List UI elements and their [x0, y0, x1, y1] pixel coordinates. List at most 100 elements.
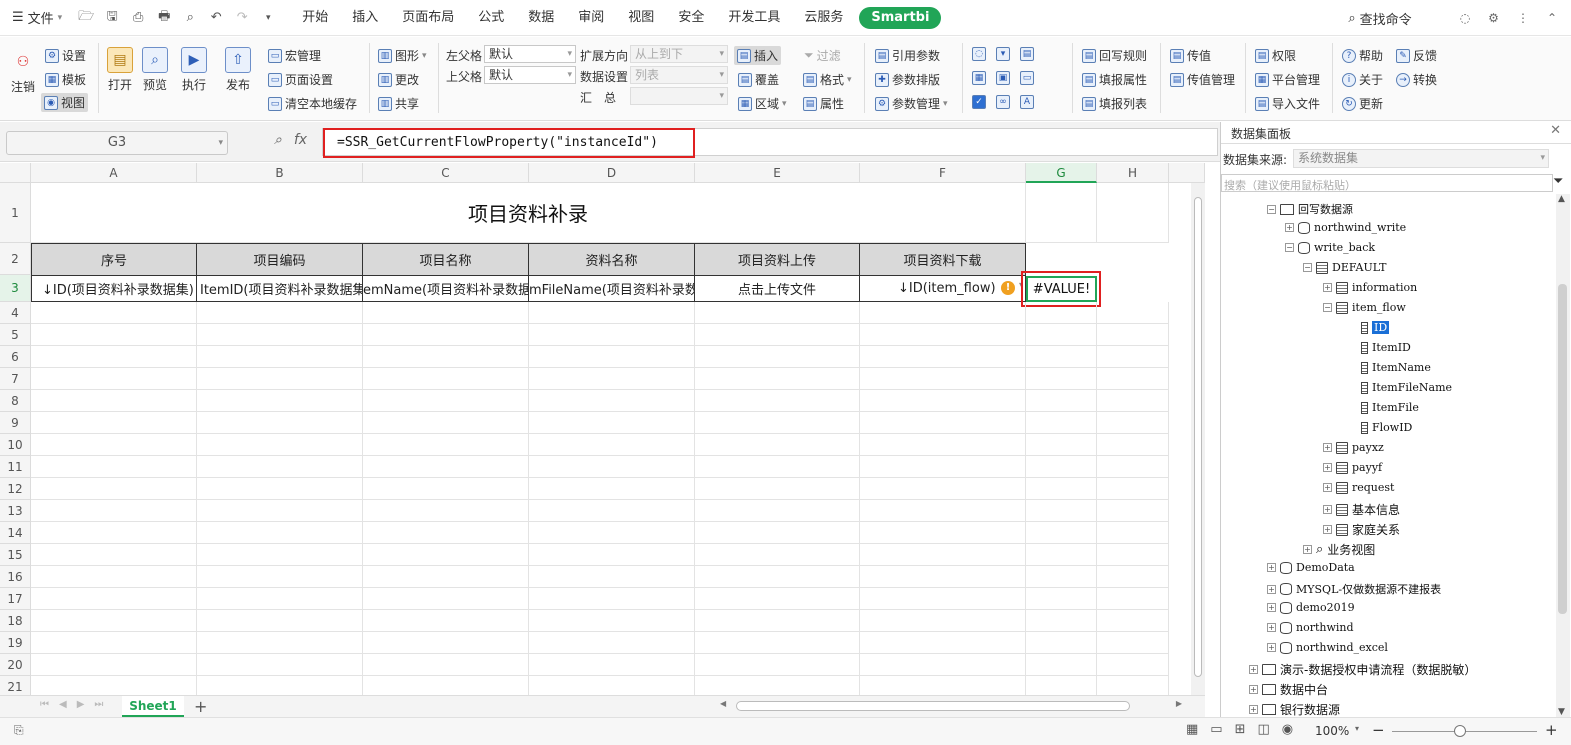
empty-cell[interactable]	[197, 434, 363, 456]
cell-g1[interactable]	[1026, 183, 1097, 243]
expand-icon[interactable]: +	[1267, 584, 1276, 594]
fill-property-button[interactable]: ▤ 填报属性	[1082, 71, 1147, 88]
row-header-5[interactable]: 5	[0, 324, 31, 346]
empty-cell[interactable]	[31, 654, 197, 676]
panel-scrollbar[interactable]: ▲ ▼	[1556, 194, 1570, 717]
text-control-icon[interactable]: ▭	[1020, 71, 1034, 85]
tree-field-id[interactable]: ID	[1361, 321, 1390, 334]
empty-cell[interactable]	[363, 368, 529, 390]
empty-cell[interactable]	[1097, 390, 1169, 412]
logout-button[interactable]: ⚇ 注销	[10, 49, 36, 95]
filter-icon[interactable]: ⏷	[1553, 174, 1563, 189]
empty-cell[interactable]	[31, 324, 197, 346]
search-command[interactable]: ⌕ 查找命令	[1348, 9, 1411, 28]
tree-demo2019[interactable]: + demo2019	[1267, 601, 1355, 614]
row-header-18[interactable]: 18	[0, 610, 31, 632]
view-button[interactable]: ◉ 视图	[41, 93, 89, 112]
empty-cell[interactable]	[1026, 390, 1097, 412]
tree-request[interactable]: + request	[1323, 481, 1394, 494]
column-header-f[interactable]: F	[860, 163, 1026, 183]
empty-cell[interactable]	[363, 566, 529, 588]
empty-cell[interactable]	[860, 302, 1026, 324]
column-header-b[interactable]: B	[197, 163, 363, 183]
row-header-7[interactable]: 7	[0, 368, 31, 390]
empty-cell[interactable]	[529, 632, 695, 654]
empty-cell[interactable]	[695, 478, 860, 500]
more-icon[interactable]: ⋮	[1517, 11, 1529, 25]
row-header-13[interactable]: 13	[0, 500, 31, 522]
sheet-tab-sheet1[interactable]: Sheet1	[122, 696, 184, 717]
cell-e3[interactable]: 点击上传文件	[695, 276, 860, 302]
tree-field-itemname[interactable]: ItemName	[1361, 361, 1431, 374]
row-header-16[interactable]: 16	[0, 566, 31, 588]
save-icon[interactable]: 🖫	[102, 7, 122, 29]
print-preview-icon[interactable]: ⌕	[180, 10, 200, 25]
cell-c3[interactable]: emName(项目资料补录数据	[363, 276, 529, 302]
summary-select[interactable]	[630, 87, 728, 105]
empty-cell[interactable]	[860, 610, 1026, 632]
page-setup-button[interactable]: ▭ 页面设置	[268, 71, 333, 88]
empty-cell[interactable]	[197, 302, 363, 324]
help-button[interactable]: ? 帮助	[1342, 47, 1383, 64]
empty-cell[interactable]	[1026, 566, 1097, 588]
expand-icon[interactable]: +	[1323, 283, 1332, 292]
empty-cell[interactable]	[197, 654, 363, 676]
empty-cell[interactable]	[363, 478, 529, 500]
empty-cell[interactable]	[1026, 522, 1097, 544]
empty-cell[interactable]	[197, 390, 363, 412]
row-header-3[interactable]: 3	[0, 275, 31, 302]
empty-cell[interactable]	[1097, 456, 1169, 478]
row-header-20[interactable]: 20	[0, 654, 31, 676]
expand-icon[interactable]: +	[1303, 545, 1312, 554]
empty-cell[interactable]	[31, 368, 197, 390]
tab-start[interactable]: 开始	[290, 0, 340, 36]
comment-icon[interactable]: ◌	[1460, 11, 1470, 25]
empty-cell[interactable]	[363, 434, 529, 456]
empty-cell[interactable]	[860, 544, 1026, 566]
empty-cell[interactable]	[31, 456, 197, 478]
comment-control-icon[interactable]: ◌	[972, 47, 986, 61]
zoom-formula-icon[interactable]: ⌕	[274, 132, 282, 148]
empty-cell[interactable]	[197, 588, 363, 610]
header-item-code[interactable]: 项目编码	[197, 243, 363, 276]
publish-button[interactable]: ⇧ 发布	[225, 47, 251, 93]
import-file-button[interactable]: ▤ 导入文件	[1255, 95, 1320, 112]
source-select[interactable]: 系统数据集	[1293, 149, 1549, 168]
empty-cell[interactable]	[197, 324, 363, 346]
pass-value-button[interactable]: ▤ 传值	[1170, 47, 1211, 64]
empty-cell[interactable]	[695, 456, 860, 478]
row-header-21[interactable]: 21	[0, 676, 31, 695]
tab-page-layout[interactable]: 页面布局	[390, 0, 466, 36]
expand-icon[interactable]: +	[1249, 685, 1258, 694]
panel-scroll-thumb[interactable]	[1558, 284, 1567, 614]
format-button[interactable]: ▤ 格式 ▾	[803, 71, 852, 88]
header-seq[interactable]: 序号	[31, 243, 197, 276]
chart-button[interactable]: ▥ 图形 ▾	[378, 47, 427, 64]
filter-button[interactable]: ⏷ 过滤	[804, 47, 841, 64]
fx-icon[interactable]: fx	[294, 132, 307, 148]
empty-cell[interactable]	[529, 522, 695, 544]
vertical-scroll-thumb[interactable]	[1194, 197, 1202, 677]
empty-cell[interactable]	[1097, 500, 1169, 522]
tab-smartbi[interactable]: Smartbi	[859, 6, 942, 29]
modify-button[interactable]: ▥ 更改	[378, 71, 419, 88]
empty-cell[interactable]	[860, 412, 1026, 434]
empty-cell[interactable]	[363, 500, 529, 522]
checkbox-control-icon[interactable]: ✓	[972, 95, 986, 109]
empty-cell[interactable]	[1097, 522, 1169, 544]
empty-cell[interactable]	[1026, 632, 1097, 654]
empty-cell[interactable]	[1097, 434, 1169, 456]
add-sheet-icon[interactable]: +	[194, 697, 207, 716]
tree-basic-info[interactable]: + 基本信息	[1323, 501, 1400, 518]
empty-cell[interactable]	[197, 500, 363, 522]
insert-button[interactable]: ▤ 插入	[734, 46, 782, 65]
empty-cell[interactable]	[1097, 566, 1169, 588]
scroll-down-icon[interactable]: ▼	[1558, 707, 1565, 717]
tree-default[interactable]: − DEFAULT	[1303, 261, 1386, 274]
empty-cell[interactable]	[363, 456, 529, 478]
tree-family[interactable]: + 家庭关系	[1323, 521, 1400, 538]
tree-field-flowid[interactable]: FlowID	[1361, 421, 1412, 434]
tree-northwind-excel[interactable]: + northwind_excel	[1267, 641, 1388, 654]
about-button[interactable]: i 关于	[1342, 71, 1383, 88]
empty-cell[interactable]	[695, 632, 860, 654]
